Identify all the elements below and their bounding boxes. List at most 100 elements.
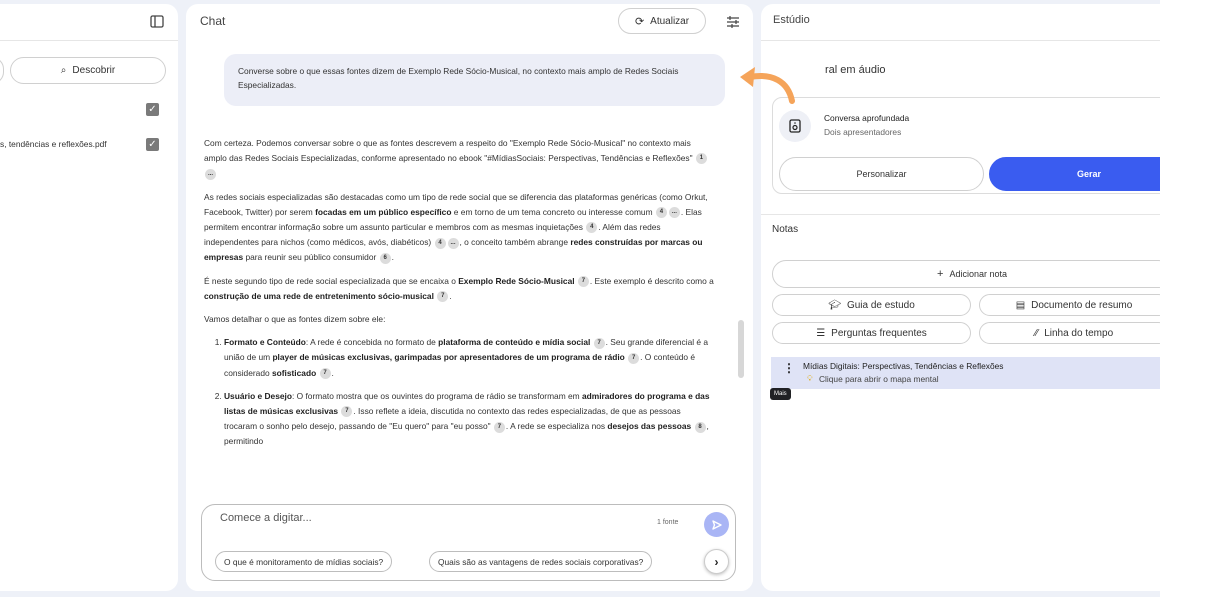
send-button[interactable] bbox=[704, 512, 729, 537]
audio-icon-tile bbox=[779, 110, 811, 142]
answer-bold: player de músicas exclusivas, garimpadas… bbox=[272, 352, 625, 363]
note-item[interactable]: ⋮ Mídias Digitais: Perspectivas, Tendênc… bbox=[771, 357, 1160, 389]
citation[interactable]: 1 bbox=[695, 153, 707, 165]
timeline-button[interactable]: ⁄⁄ Linha do tempo bbox=[979, 322, 1160, 344]
citation[interactable]: 7 bbox=[593, 337, 605, 349]
source-count: 1 fonte bbox=[657, 519, 679, 526]
sources-panel: ⌕ Descobrir ✓ s, tendências e reflexões.… bbox=[0, 4, 178, 591]
citation[interactable]: 7 bbox=[319, 367, 331, 379]
citation[interactable]: 8 bbox=[694, 421, 706, 433]
answer-list: Formato e Conteúdo: A rede é concebida n… bbox=[204, 335, 714, 449]
note-subtitle: Clique para abrir o mapa mental bbox=[819, 374, 939, 384]
audio-card-title: Conversa aprofundada bbox=[824, 113, 910, 123]
citation[interactable]: 4 bbox=[655, 207, 667, 219]
add-note-label: Adicionar nota bbox=[949, 269, 1007, 279]
answer-bold: plataforma de conteúdo e mídia social bbox=[438, 337, 591, 348]
annotation-arrow-icon bbox=[740, 67, 795, 104]
settings-sliders-icon[interactable] bbox=[726, 15, 740, 29]
chat-scrollbar[interactable] bbox=[738, 320, 744, 378]
citation[interactable]: 4 bbox=[434, 237, 446, 249]
mind-map-icon: 💡︎ bbox=[807, 374, 813, 383]
citation[interactable]: 6 bbox=[379, 252, 391, 264]
more-tooltip: Mais bbox=[770, 388, 791, 400]
user-message: Converse sobre o que essas fontes dizem … bbox=[224, 54, 725, 106]
discover-icon: ⌕ bbox=[60, 65, 67, 76]
refresh-label: Atualizar bbox=[650, 15, 690, 27]
timeline-label: Linha do tempo bbox=[1044, 327, 1114, 339]
audio-overview-card: Conversa aprofundada Dois apresentadores… bbox=[772, 97, 1160, 194]
audio-overview-heading: ral em áudio bbox=[825, 64, 886, 76]
section-divider bbox=[761, 214, 1160, 215]
answer-text: para reunir seu público consumidor bbox=[243, 252, 377, 263]
refresh-button[interactable]: ⟳ Atualizar bbox=[618, 8, 706, 34]
audio-card-subtitle: Dois apresentadores bbox=[824, 127, 902, 137]
citation[interactable]: 7 bbox=[628, 352, 640, 364]
chat-title: Chat bbox=[200, 14, 226, 28]
answer-bold: Usuário e Desejo bbox=[224, 390, 292, 401]
customize-button[interactable]: Personalizar bbox=[779, 157, 984, 191]
chat-header: Chat ⟳ Atualizar bbox=[186, 4, 753, 40]
discover-button[interactable]: ⌕ Descobrir bbox=[10, 57, 166, 84]
answer-text: , o conceito também abrange bbox=[459, 237, 571, 248]
chat-composer: Comece a digitar... 1 fonte O que é moni… bbox=[201, 504, 736, 581]
answer-bold: construção de uma rede de entretenimento… bbox=[204, 290, 434, 301]
source-item-checkbox[interactable]: ✓ bbox=[146, 138, 159, 151]
panel-toggle-icon[interactable] bbox=[150, 15, 164, 28]
source-item-label[interactable]: s, tendências e reflexões.pdf bbox=[0, 139, 107, 149]
answer-text: e em torno de um tema concreto ou intere… bbox=[451, 206, 653, 217]
document-icon: ▤ bbox=[1015, 299, 1026, 311]
answer-text: . A rede se especializa nos bbox=[505, 421, 608, 432]
answer-bold: Formato e Conteúdo bbox=[224, 337, 306, 348]
faq-button[interactable]: ☰ Perguntas frequentes bbox=[772, 322, 971, 344]
suggestion-chip-1[interactable]: O que é monitoramento de mídias sociais? bbox=[215, 551, 393, 572]
chevron-right-icon: › bbox=[714, 554, 719, 569]
chat-panel: Chat ⟳ Atualizar Converse sobre o que es… bbox=[186, 4, 753, 591]
plus-icon: + bbox=[937, 268, 944, 280]
studio-panel: Estúdio ral em áudio Conversa aprofundad… bbox=[761, 4, 1160, 591]
citation[interactable]: 7 bbox=[437, 291, 449, 303]
assistant-message: Com certeza. Podemos conversar sobre o q… bbox=[204, 136, 714, 458]
studio-header: Estúdio bbox=[761, 4, 1160, 41]
answer-text: : O formato mostra que os ouvintes do pr… bbox=[291, 390, 582, 401]
note-menu-icon[interactable]: ⋮ bbox=[783, 361, 795, 375]
citation[interactable]: 4 bbox=[586, 222, 598, 234]
citation-more[interactable]: ... bbox=[447, 237, 459, 249]
discover-label: Descobrir bbox=[72, 65, 116, 76]
study-guide-button[interactable]: 🎓︎ Guia de estudo bbox=[772, 294, 971, 316]
citation[interactable]: 7 bbox=[577, 275, 589, 287]
add-note-button[interactable]: + Adicionar nota bbox=[772, 260, 1160, 288]
summary-doc-button[interactable]: ▤ Documento de resumo bbox=[979, 294, 1160, 316]
suggestion-chip-2[interactable]: Quais são as vantagens de redes sociais … bbox=[429, 551, 653, 572]
notes-heading: Notas bbox=[772, 224, 799, 235]
answer-text: : A rede é concebida no formato de bbox=[305, 337, 439, 348]
sources-header bbox=[0, 4, 178, 41]
citation-more[interactable]: ... bbox=[205, 168, 216, 180]
select-all-checkbox[interactable]: ✓ bbox=[146, 103, 159, 116]
answer-bold: sofisticado bbox=[271, 367, 317, 378]
faq-icon: ☰ bbox=[816, 327, 826, 339]
list-item: Formato e Conteúdo: A rede é concebida n… bbox=[224, 335, 714, 381]
answer-bold: Exemplo Rede Sócio-Musical bbox=[458, 275, 575, 286]
send-icon bbox=[711, 519, 722, 530]
answer-bold: desejos das pessoas bbox=[607, 421, 692, 432]
citation[interactable]: 7 bbox=[341, 406, 353, 418]
list-item: Usuário e Desejo: O formato mostra que o… bbox=[224, 389, 714, 450]
faq-label: Perguntas frequentes bbox=[831, 327, 927, 339]
answer-text: É neste segundo tipo de rede social espe… bbox=[204, 275, 459, 286]
summary-doc-label: Documento de resumo bbox=[1031, 299, 1133, 311]
answer-bold: focadas em um público específico bbox=[315, 206, 452, 217]
speaker-icon bbox=[789, 119, 801, 133]
timeline-icon: ⁄⁄ bbox=[1034, 327, 1039, 339]
answer-text: . Este exemplo é descrito como a bbox=[589, 275, 714, 286]
chat-input[interactable]: Comece a digitar... bbox=[220, 512, 312, 524]
add-source-button[interactable] bbox=[0, 57, 4, 84]
citation-more[interactable]: ... bbox=[668, 207, 680, 219]
generate-button[interactable]: Gerar bbox=[989, 157, 1160, 191]
answer-p1: Com certeza. Podemos conversar sobre o q… bbox=[204, 138, 693, 164]
studio-title: Estúdio bbox=[773, 14, 810, 26]
answer-text: Vamos detalhar o que as fontes dizem sob… bbox=[204, 314, 386, 325]
suggestions-next-button[interactable]: › bbox=[704, 549, 729, 574]
citation[interactable]: 7 bbox=[493, 421, 505, 433]
note-title: Mídias Digitais: Perspectivas, Tendência… bbox=[803, 361, 1004, 371]
study-guide-label: Guia de estudo bbox=[846, 299, 915, 311]
